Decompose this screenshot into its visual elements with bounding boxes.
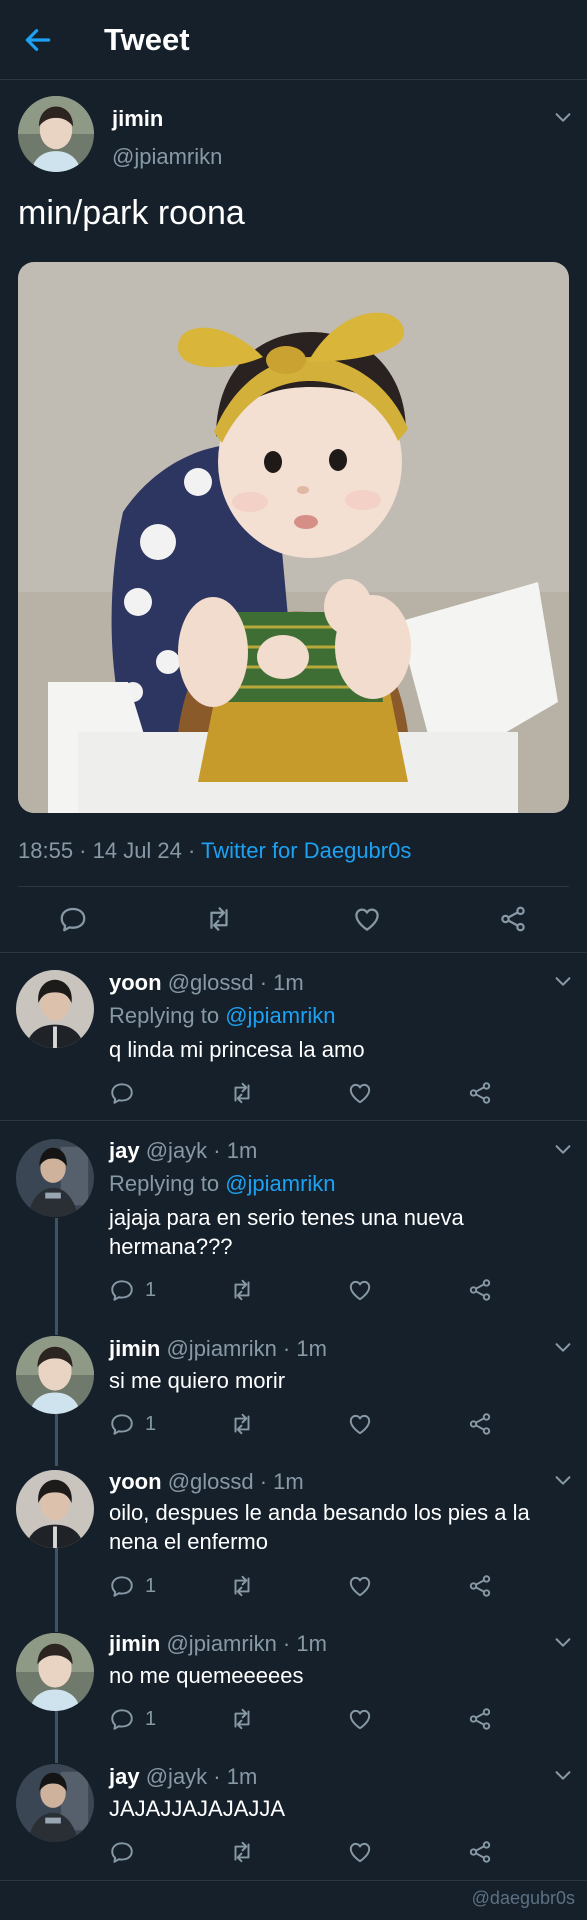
avatar[interactable] xyxy=(16,1764,94,1842)
chevron-down-icon[interactable] xyxy=(552,1138,574,1160)
chevron-down-icon[interactable] xyxy=(552,1631,574,1653)
author-name[interactable]: jimin xyxy=(109,1631,160,1656)
divider xyxy=(0,1120,587,1121)
retweet-icon[interactable] xyxy=(229,1706,255,1732)
replying-to: Replying to @jpiamrikn xyxy=(109,1003,336,1028)
mention-link[interactable]: @jpiamrikn xyxy=(225,1003,335,1028)
author-name[interactable]: jay xyxy=(109,1764,140,1789)
share-icon[interactable] xyxy=(467,1573,493,1599)
page-title: Tweet xyxy=(104,22,190,57)
like-icon[interactable] xyxy=(352,904,382,934)
reply-count: 1 xyxy=(145,1575,157,1597)
share-icon[interactable] xyxy=(498,904,528,934)
reply-icon[interactable] xyxy=(109,1080,135,1106)
chevron-down-icon[interactable] xyxy=(552,1469,574,1491)
retweet-icon[interactable] xyxy=(229,1411,255,1437)
retweet-icon[interactable] xyxy=(204,904,234,934)
reply-count: 1 xyxy=(145,1413,157,1435)
like-icon[interactable] xyxy=(347,1277,373,1303)
retweet-icon[interactable] xyxy=(229,1277,255,1303)
reply-icon[interactable] xyxy=(109,1411,135,1437)
tweet-source-link[interactable]: Twitter for Daegubr0s xyxy=(201,838,411,863)
reply-text: q linda mi princesa la amo xyxy=(109,1037,365,1062)
watermark: @daegubr0s xyxy=(471,1888,575,1908)
thread-line xyxy=(55,1218,58,1335)
top-bar: Tweet xyxy=(0,0,587,80)
author-handle: @glossd · 1m xyxy=(167,970,304,995)
avatar[interactable] xyxy=(18,96,94,172)
divider xyxy=(0,952,587,953)
share-icon[interactable] xyxy=(467,1277,493,1303)
reply-text: JAJAJJAJAJAJJA xyxy=(109,1796,286,1821)
reply-count: 1 xyxy=(145,1708,157,1730)
chevron-down-icon[interactable] xyxy=(552,1336,574,1358)
author-name[interactable]: jimin xyxy=(109,1336,160,1361)
author-name[interactable]: jay xyxy=(109,1138,140,1163)
retweet-icon[interactable] xyxy=(229,1080,255,1106)
thread-line xyxy=(55,1711,58,1763)
divider xyxy=(18,886,569,887)
reply-icon[interactable] xyxy=(109,1706,135,1732)
reply-text: si me quiero morir xyxy=(109,1368,286,1393)
avatar[interactable] xyxy=(16,1336,94,1414)
reply-icon[interactable] xyxy=(109,1277,135,1303)
replying-to: Replying to @jpiamrikn xyxy=(109,1171,336,1196)
share-icon[interactable] xyxy=(467,1839,493,1865)
mention-link[interactable]: @jpiamrikn xyxy=(225,1171,335,1196)
avatar[interactable] xyxy=(16,1633,94,1711)
like-icon[interactable] xyxy=(347,1839,373,1865)
avatar[interactable] xyxy=(16,1470,94,1548)
chevron-down-icon[interactable] xyxy=(552,1764,574,1786)
author-name[interactable]: yoon xyxy=(109,970,162,995)
retweet-icon[interactable] xyxy=(229,1573,255,1599)
tweet-photo[interactable] xyxy=(18,262,569,813)
share-icon[interactable] xyxy=(467,1080,493,1106)
back-arrow-icon[interactable] xyxy=(22,24,54,56)
retweet-icon[interactable] xyxy=(229,1839,255,1865)
tweet-timestamp: 18:55 · 14 Jul 24 · Twitter for Daegubr0… xyxy=(18,838,412,863)
share-icon[interactable] xyxy=(467,1411,493,1437)
like-icon[interactable] xyxy=(347,1706,373,1732)
author-handle[interactable]: @jpiamrikn xyxy=(112,144,222,170)
author-handle: @jpiamrikn · 1m xyxy=(166,1336,327,1361)
like-icon[interactable] xyxy=(347,1411,373,1437)
avatar[interactable] xyxy=(16,1139,94,1217)
like-icon[interactable] xyxy=(347,1573,373,1599)
reply-text: oilo, despues le anda besando los pies a… xyxy=(109,1500,530,1554)
author-name[interactable]: jimin xyxy=(112,106,163,132)
reply-text: no me quemeeeees xyxy=(109,1663,304,1688)
share-icon[interactable] xyxy=(467,1706,493,1732)
reply-count: 1 xyxy=(145,1279,157,1301)
reply-icon[interactable] xyxy=(109,1839,135,1865)
chevron-down-icon[interactable] xyxy=(552,970,574,992)
author-name[interactable]: yoon xyxy=(109,1469,162,1494)
author-handle: @jpiamrikn · 1m xyxy=(166,1631,327,1656)
thread-line xyxy=(55,1414,58,1466)
chevron-down-icon[interactable] xyxy=(552,106,574,128)
tweet-text: min/park roona xyxy=(18,194,245,232)
divider xyxy=(0,1880,587,1881)
reply-icon[interactable] xyxy=(58,904,88,934)
author-handle: @jayk · 1m xyxy=(145,1764,258,1789)
thread-line xyxy=(55,1548,58,1632)
author-handle: @glossd · 1m xyxy=(167,1469,304,1494)
like-icon[interactable] xyxy=(347,1080,373,1106)
reply-text: jajaja para en serio tenes una nueva her… xyxy=(109,1205,464,1259)
avatar[interactable] xyxy=(16,970,94,1048)
author-handle: @jayk · 1m xyxy=(145,1138,258,1163)
reply-icon[interactable] xyxy=(109,1573,135,1599)
